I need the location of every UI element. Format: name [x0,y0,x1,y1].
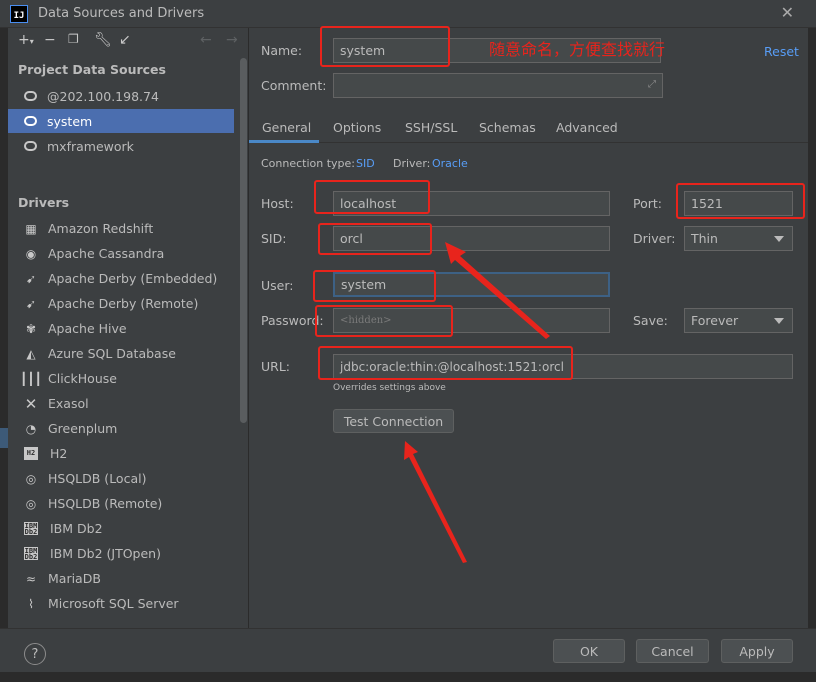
dialog-footer: ? OK Cancel Apply [0,628,816,672]
annotation-arrow-test [404,441,467,563]
cancel-button[interactable]: Cancel [636,639,709,663]
annotation-arrows [404,242,550,563]
help-button[interactable]: ? [24,643,46,665]
editor-background [0,672,816,682]
annotation-arrow-sid [445,242,550,339]
apply-button[interactable]: Apply [721,639,793,663]
ok-button[interactable]: OK [553,639,625,663]
